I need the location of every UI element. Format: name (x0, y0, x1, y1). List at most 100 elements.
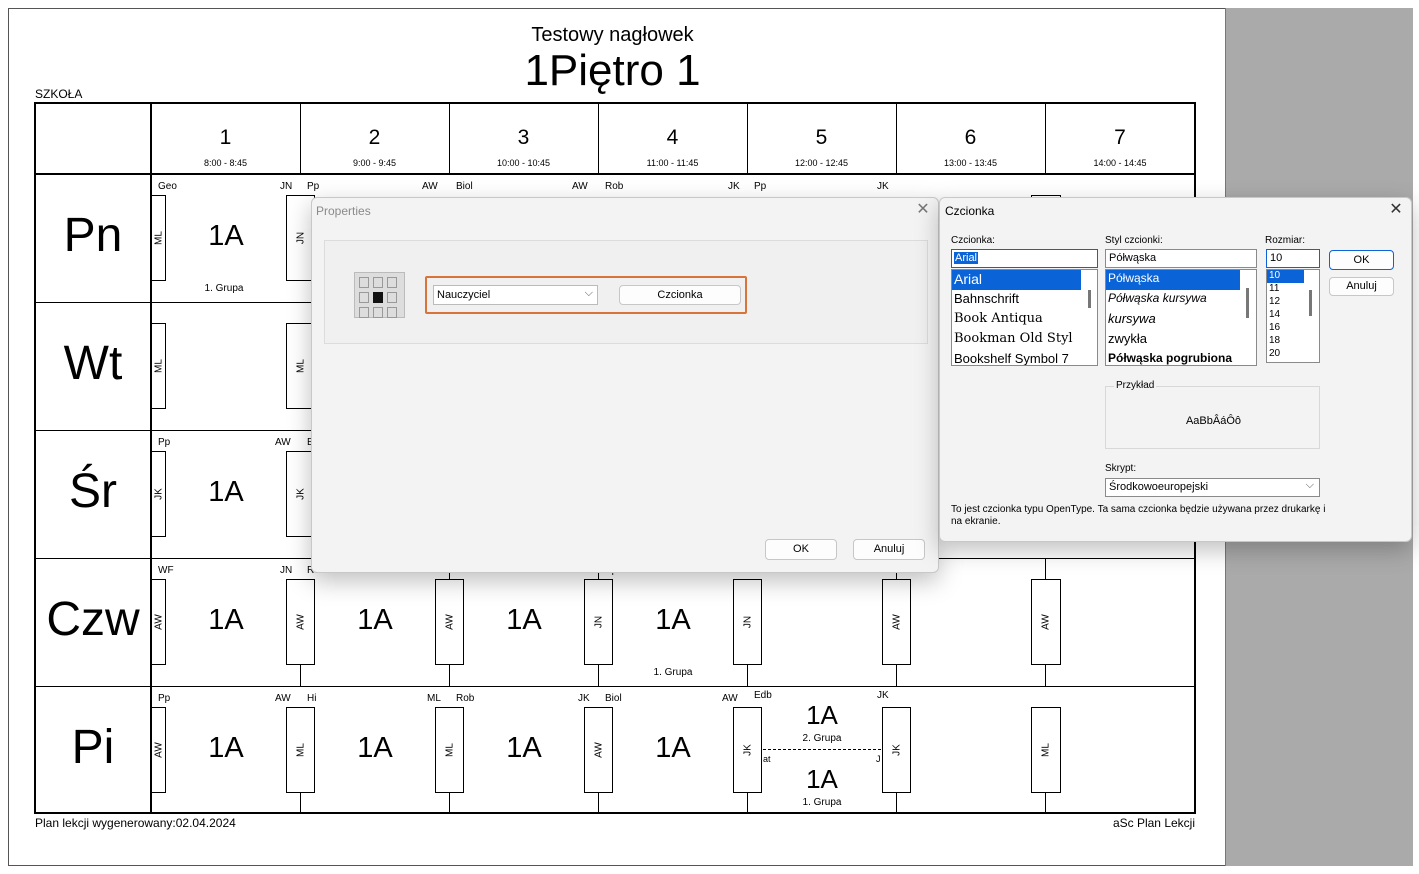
lesson-teacher: ML (427, 693, 441, 704)
size-input[interactable]: 10 (1266, 249, 1320, 268)
lesson-class: 1A (357, 604, 393, 636)
lesson-subject: Pp (158, 437, 171, 448)
lesson-class: 1A (806, 700, 838, 730)
size-list-item[interactable]: 16 (1267, 322, 1319, 335)
scrollbar-thumb[interactable] (1246, 288, 1249, 318)
ok-button[interactable]: OK (1329, 250, 1394, 270)
lesson-subject: Rob (456, 693, 475, 704)
teacher-side-box: AW (286, 579, 315, 665)
teacher-side-box: ML (151, 195, 166, 281)
size-list-item[interactable]: 20 (1267, 348, 1319, 361)
font-list-item[interactable]: Arial (952, 270, 1081, 290)
ok-button[interactable]: OK (765, 539, 837, 560)
size-label: Rozmiar: (1265, 235, 1306, 246)
properties-dialog: Properties ✕ Nauczyciel ⌵ Czcionka OK An… (311, 197, 939, 573)
grid-line (34, 686, 1196, 687)
font-input[interactable]: Arial (951, 249, 1098, 268)
scrollbar-thumb[interactable] (1309, 290, 1312, 316)
font-label: Czcionka: (951, 235, 995, 246)
teacher-side-box: JK (151, 451, 166, 537)
cancel-button[interactable]: Anuluj (1329, 277, 1394, 296)
lesson-class: 1A (506, 604, 542, 636)
lesson-class: 1A (655, 732, 691, 764)
style-list-item[interactable]: Półwąska (1106, 270, 1240, 290)
lesson-teacher: AW (722, 693, 738, 704)
cancel-button[interactable]: Anuluj (853, 539, 925, 560)
lesson-subject: Pp (158, 693, 171, 704)
teacher-dropdown[interactable]: Nauczyciel ⌵ (433, 285, 598, 305)
period-number: 5 (815, 126, 828, 149)
script-label: Skrypt: (1105, 463, 1137, 474)
lesson-subject: Rob (605, 181, 624, 192)
period-time: 9:00 - 9:45 (352, 158, 397, 168)
size-list-item[interactable]: 18 (1267, 335, 1319, 348)
font-list-item[interactable]: Bookshelf Symbol 7 (952, 350, 1097, 365)
alignment-grid-icon[interactable] (354, 272, 405, 318)
font-button[interactable]: Czcionka (619, 285, 741, 305)
period-number: 1 (219, 126, 232, 149)
script-dropdown[interactable]: Środkowoeuropejski ⌵ (1105, 478, 1320, 497)
connector-line (1045, 559, 1046, 579)
lesson-subject: Pp (307, 181, 320, 192)
lesson-class: 1A (208, 732, 244, 764)
sample-text: AaBbÂáÔô (1185, 415, 1242, 427)
close-icon[interactable]: ✕ (913, 200, 933, 220)
style-list-item[interactable]: Półwąska kursywa (1106, 290, 1256, 310)
day-label: Pn (63, 209, 123, 262)
lesson-fragment: J (876, 754, 881, 764)
font-list-item[interactable]: Book Antiqua (952, 310, 1097, 330)
day-label: Pi (71, 721, 115, 774)
period-time: 12:00 - 12:45 (794, 158, 849, 168)
connector-line (747, 665, 748, 686)
connector-line (1045, 793, 1046, 813)
font-list[interactable]: Arial Bahnschrift Book Antiqua Bookman O… (951, 269, 1098, 366)
teacher-side-box: AW (882, 579, 911, 665)
size-list-item[interactable]: 10 (1267, 270, 1304, 283)
style-input[interactable]: Półwąska (1105, 249, 1257, 268)
lesson-subject: Biol (605, 693, 622, 704)
lesson-class: 1A (208, 476, 244, 508)
teacher-side-box: JK (733, 707, 762, 793)
scrollbar-thumb[interactable] (1088, 290, 1091, 308)
school-label: SZKOŁA (35, 87, 83, 101)
font-info-text: To jest czcionka typu OpenType. Ta sama … (951, 504, 1326, 527)
lesson-teacher: JN (280, 565, 293, 576)
connector-line (598, 793, 599, 813)
grid-line (34, 173, 1196, 175)
teacher-side-box: AW (584, 707, 613, 793)
lesson-class: 1A (806, 764, 838, 794)
teacher-side-box: ML (151, 323, 166, 409)
style-list[interactable]: Półwąska Półwąska kursywa kursywa zwykła… (1105, 269, 1257, 366)
connector-line (449, 665, 450, 686)
close-icon[interactable]: ✕ (1386, 200, 1406, 220)
connector-line (747, 793, 748, 813)
brand-label: aSc Plan Lekcji (1112, 816, 1195, 830)
lesson-group: 2. Grupa (802, 733, 842, 744)
lesson-teacher: JK (728, 181, 740, 192)
font-list-item[interactable]: Bookman Old Styl (952, 330, 1097, 350)
day-label: Wt (63, 337, 123, 390)
period-number: 6 (964, 126, 977, 149)
lesson-fragment: at (763, 754, 771, 764)
style-list-item[interactable]: kursywa (1106, 310, 1256, 330)
generated-date: Plan lekcji wygenerowany:02.04.2024 (35, 816, 236, 830)
lesson-teacher: JK (877, 181, 889, 192)
style-list-item[interactable]: Półwąska pogrubiona (1106, 350, 1256, 365)
font-list-item[interactable]: Bahnschrift (952, 290, 1097, 310)
period-time: 11:00 - 11:45 (646, 158, 699, 168)
lesson-subject: Geo (158, 181, 177, 192)
sample-box: Przykład AaBbÂáÔô (1105, 380, 1320, 449)
day-label: Czw (46, 593, 140, 646)
size-list[interactable]: 10 11 12 14 16 18 20 (1266, 269, 1320, 363)
day-label: Śr (69, 465, 117, 518)
style-list-item[interactable]: zwykła (1106, 330, 1256, 350)
dropdown-value: Nauczyciel (437, 289, 491, 301)
lesson-teacher: JN (280, 181, 293, 192)
teacher-side-box: AW (435, 579, 464, 665)
lesson-teacher: AW (572, 181, 588, 192)
connector-line (300, 665, 301, 686)
lesson-subject: Biol (456, 181, 473, 192)
style-label: Styl czcionki: (1105, 235, 1163, 246)
lesson-subject: WF (158, 565, 174, 576)
lesson-subject: Pp (754, 181, 767, 192)
